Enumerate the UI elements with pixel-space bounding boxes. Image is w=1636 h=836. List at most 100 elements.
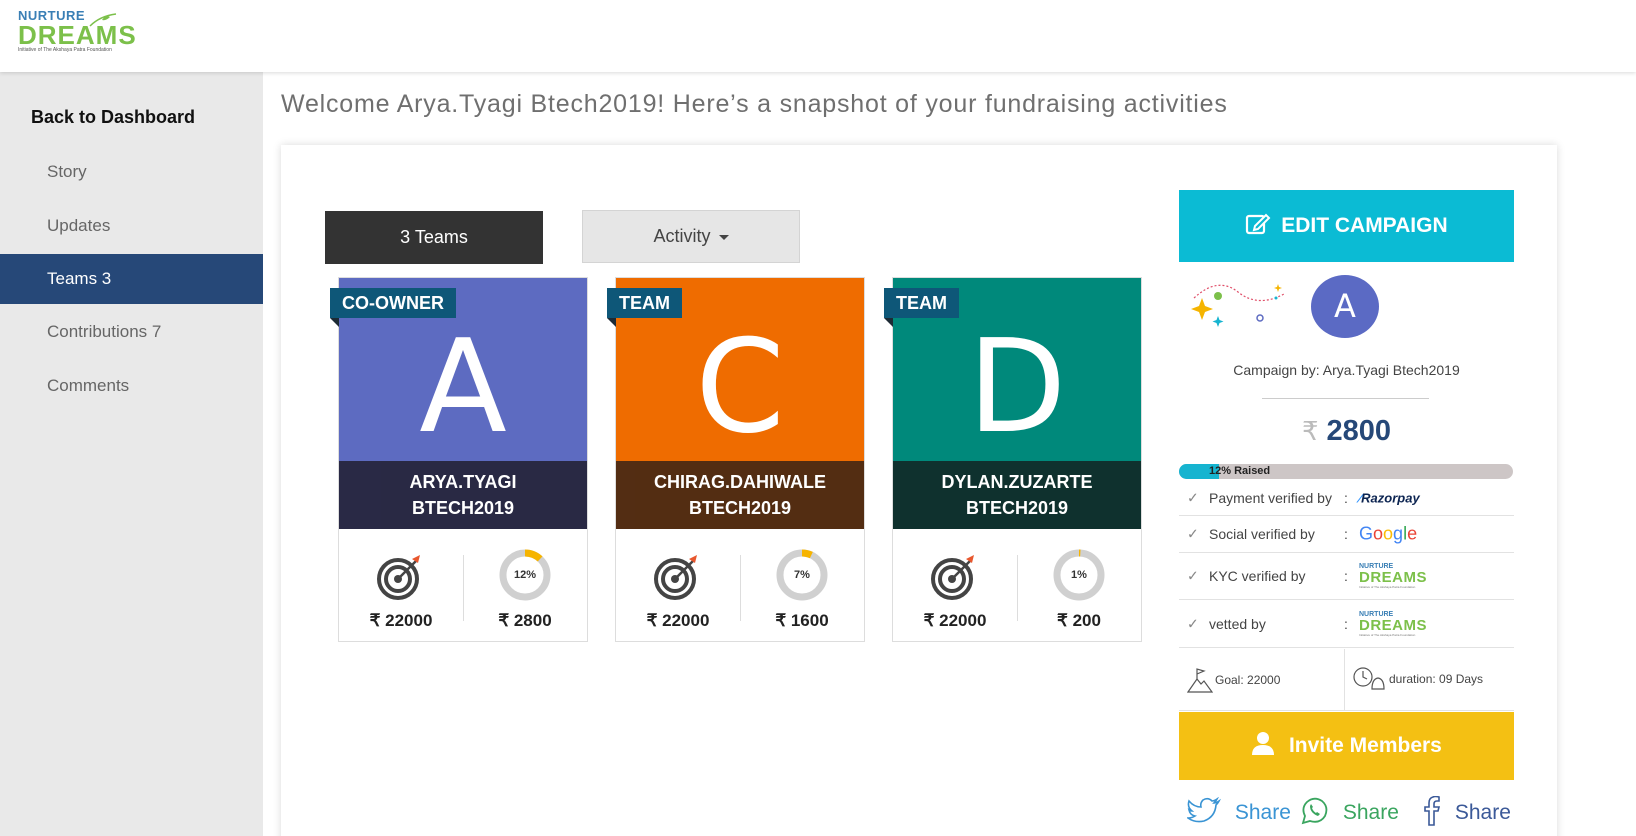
member-name[interactable]: DYLAN.ZUZARTE BTECH2019 [893,461,1141,529]
google-logo-letter: e [1407,523,1418,544]
invite-members-label: Invite Members [1288,734,1442,757]
target-icon [654,555,697,600]
user-icon [1252,732,1275,756]
member-name[interactable]: ARYA.TYAGI BTECH2019 [339,461,587,529]
team-card[interactable]: TEAM D DYLAN.ZUZARTE BTECH2019 ₹ 22000 1… [884,277,1142,642]
team-card[interactable]: CO-OWNER A ARYA.TYAGI BTECH2019 ₹ 22000 [330,277,588,642]
member-name-line1: DYLAN.ZUZARTE [941,472,1093,492]
twitter-share-button[interactable]: Share [1185,796,1291,830]
raised-amount: ₹ 200 [1057,611,1101,630]
goal-amount: ₹ 22000 [923,611,987,630]
verification-colon: : [1344,615,1348,632]
whatsapp-share-button[interactable]: Share [1299,796,1399,830]
edit-campaign-label: EDIT CAMPAIGN [1281,214,1448,237]
goal-amount: ₹ 22000 [369,611,433,630]
goal-text: Goal: 22000 [1215,673,1281,687]
google-logo-letter: G [1359,523,1374,544]
target-icon [931,555,974,600]
duration-text: duration: 09 Days [1389,672,1484,686]
goal-divider [1344,649,1345,711]
google-logo-letter: o [1373,523,1384,544]
edit-campaign-button[interactable]: EDIT CAMPAIGN [1179,190,1514,262]
campaign-owner-avatar: A [1311,275,1379,338]
sidebar-item-contributions[interactable]: Contributions 7 [0,307,263,357]
member-stats: ₹ 22000 1% ₹ 200 [893,529,1141,641]
sidebar-item-comments[interactable]: Comments [0,361,263,411]
google-logo-letter: g [1393,523,1404,544]
progress-label: 12% Raised [1209,465,1271,477]
activity-dropdown[interactable]: Activity [582,210,800,263]
member-name-line1: ARYA.TYAGI [409,472,517,492]
member-name-line1: CHIRAG.DAHIWALE [654,472,826,492]
rupee-icon: ₹ [1301,416,1319,446]
nurture-dreams-logo-small: NURTURE DREAMS Initiative of The Akshaya… [1359,563,1427,589]
facebook-share-button[interactable]: Share [1421,796,1511,830]
verification-colon: : [1344,526,1348,542]
welcome-heading: Welcome Arya.Tyagi Btech2019! Here’s a s… [281,90,1228,118]
razorpay-logo: ⁄Razorpay [1359,490,1420,506]
back-to-dashboard-link[interactable]: Back to Dashboard [31,107,195,128]
member-initial: A [419,313,507,462]
teams-tab-button[interactable]: 3 Teams [325,211,543,264]
sidebar-item-teams[interactable]: Teams 3 [0,254,263,304]
role-ribbon: CO-OWNER [330,288,456,327]
vetted-by-row: ✓ vetted by : NURTURE DREAMS Initiative … [1179,600,1514,648]
member-name-line2: BTECH2019 [688,498,792,518]
payment-verified-row: ✓ Payment verified by : ⁄Razorpay [1179,481,1514,516]
verification-label: vetted by [1209,615,1266,632]
member-name-line2: BTECH2019 [965,498,1069,518]
divider [1262,398,1429,399]
goal-duration-row: Goal: 22000 duration: 09 Days [1179,649,1514,711]
mountain-flag-icon [1187,668,1213,693]
member-name[interactable]: CHIRAG.DAHIWALE BTECH2019 [616,461,864,529]
goal-amount: ₹ 22000 [646,611,710,630]
raised-amount-value: 2800 [1326,415,1392,447]
percent-label: 7% [794,569,810,581]
twitter-share-label: Share [1234,801,1291,824]
member-initial: D [967,313,1067,462]
check-icon: ✓ [1187,489,1199,506]
social-verified-row: ✓ Social verified by : Google [1179,516,1514,553]
role-ribbon: TEAM [607,288,682,327]
verification-label: Social verified by [1209,526,1315,542]
whatsapp-icon [1301,798,1328,825]
member-initial: C [695,313,785,462]
raised-amount: ₹ 2800 [1179,415,1514,448]
member-name-line2: BTECH2019 [411,498,515,518]
edit-icon [1246,214,1271,235]
raised-amount: ₹ 2800 [498,611,552,630]
target-icon [377,555,420,600]
facebook-share-label: Share [1454,801,1511,824]
verification-colon: : [1344,490,1348,506]
caret-down-icon [718,234,729,240]
logo-line3: Initiative of The Akshaya Patra Foundati… [18,47,112,53]
confetti-illustration [1191,284,1285,327]
percent-label: 12% [513,569,537,581]
verification-label: KYC verified by [1209,568,1306,584]
google-logo: Google [1359,524,1417,545]
clock-bell-icon [1353,667,1385,690]
sidebar-item-story[interactable]: Story [0,147,263,197]
percent-label: 1% [1071,569,1087,581]
facebook-icon [1424,796,1441,827]
leaf-icon [89,13,117,27]
kyc-verified-row: ✓ KYC verified by : NURTURE DREAMS Initi… [1179,553,1514,600]
logo-line2: DREAMS [1359,616,1428,634]
verification-colon: : [1344,568,1348,584]
check-icon: ✓ [1187,525,1199,542]
role-ribbon: TEAM [884,288,959,327]
invite-members-button[interactable]: Invite Members [1179,712,1514,780]
fundraising-progress-bar: 12% Raised [1179,464,1513,479]
logo-line2: DREAMS [1359,569,1428,586]
check-icon: ✓ [1187,615,1199,631]
activity-label: Activity [653,226,711,246]
nurture-dreams-logo[interactable]: NURTURE DREAMS Initiative of The Akshaya… [18,8,136,60]
sidebar-item-updates[interactable]: Updates [0,201,263,251]
google-logo-letter: o [1383,523,1394,544]
razorpay-logo-text: Razorpay [1361,490,1420,506]
check-icon: ✓ [1187,567,1199,584]
top-header: NURTURE DREAMS Initiative of The Akshaya… [0,0,1636,72]
twitter-icon [1185,797,1222,823]
team-card[interactable]: TEAM C CHIRAG.DAHIWALE BTECH2019 ₹ 22000 [607,277,865,642]
whatsapp-share-label: Share [1342,801,1399,824]
